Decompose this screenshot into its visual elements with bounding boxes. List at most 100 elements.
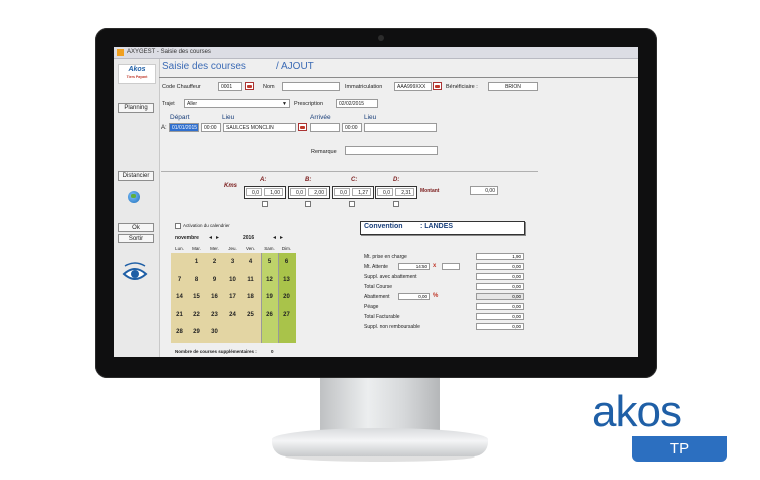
beneficiaire-label: Bénéficiaire : <box>446 84 478 90</box>
calendar-day[interactable]: 2 <box>207 255 222 269</box>
kms-col-d: 0,0 2,31 <box>375 186 417 199</box>
calendar-day[interactable]: 26 <box>262 308 277 322</box>
beneficiaire-field[interactable]: BRION <box>488 82 538 91</box>
calendar-day[interactable]: 6 <box>279 255 294 269</box>
arrivee-date-field[interactable] <box>310 123 340 132</box>
arrivee-time-field[interactable]: 00:00 <box>342 123 362 132</box>
calendar-day[interactable]: 25 <box>243 308 258 322</box>
calendar-day[interactable]: 23 <box>207 308 222 322</box>
prev-year-icon[interactable]: ◂ <box>273 234 276 241</box>
calendar-day[interactable]: 29 <box>189 325 204 339</box>
kms-a-checkbox[interactable] <box>262 201 268 207</box>
akos-wordmark: akos <box>592 387 682 436</box>
lieu-lookup-button[interactable] <box>298 123 307 131</box>
kms-d-checkbox[interactable] <box>393 201 399 207</box>
kms-b-checkbox[interactable] <box>305 201 311 207</box>
akos-tp-logo: akos TP <box>592 387 728 464</box>
sortir-button[interactable]: Sortir <box>118 234 154 243</box>
calendar-day[interactable]: 20 <box>279 290 294 304</box>
peage-field[interactable]: 0,00 <box>476 303 524 310</box>
next-month-icon[interactable]: ▸ <box>216 234 219 241</box>
montant-field[interactable]: 0,00 <box>470 186 498 195</box>
vehicle-lookup-button[interactable] <box>433 82 442 90</box>
convention-value: : LANDES <box>420 223 454 230</box>
suppl-abattement-field[interactable]: 0,00 <box>476 273 524 280</box>
calendar-day[interactable]: 10 <box>225 273 240 287</box>
calendar-day[interactable]: 9 <box>207 273 222 287</box>
kms-col-b: 0,0 2,00 <box>288 186 330 199</box>
attente-time-field[interactable]: 14:50 <box>398 263 430 270</box>
activation-calendrier-checkbox[interactable] <box>175 223 181 229</box>
calendar-day[interactable]: 11 <box>243 273 258 287</box>
depart-date-field[interactable]: 01/01/2015 <box>169 123 199 132</box>
abattement-value-field[interactable]: 0,00 <box>476 293 524 300</box>
kms-c-value2[interactable]: 1,27 <box>352 188 371 196</box>
trajet-select[interactable]: Aller ▼ <box>184 99 290 108</box>
nom-field[interactable] <box>282 82 340 91</box>
peage-label: Péage <box>364 304 379 310</box>
chauffeur-lookup-button[interactable] <box>245 82 254 90</box>
globe-icon[interactable] <box>128 191 140 203</box>
total-course-field[interactable]: 0,00 <box>476 283 524 290</box>
kms-col-b-label: B: <box>305 177 312 183</box>
calendar-day[interactable]: 16 <box>207 290 222 304</box>
suppl-non-remb-field[interactable]: 0,00 <box>476 323 524 330</box>
calendar-day[interactable]: 22 <box>189 308 204 322</box>
calendar-day[interactable]: 1 <box>189 255 204 269</box>
calendar-day[interactable]: 19 <box>262 290 277 304</box>
attente-value-field[interactable]: 0,00 <box>476 263 524 270</box>
lieu-header: Lieu <box>222 114 235 121</box>
kms-b-value2[interactable]: 2,00 <box>308 188 327 196</box>
calendar-day[interactable]: 15 <box>189 290 204 304</box>
calendar-day[interactable]: 12 <box>262 273 277 287</box>
distancier-button[interactable]: Distancier <box>118 171 154 181</box>
ok-button[interactable]: Ok <box>118 223 154 232</box>
kms-a-value1[interactable]: 0,0 <box>246 188 262 196</box>
calendar-day[interactable]: 30 <box>207 325 222 339</box>
calendar-day[interactable]: 3 <box>225 255 240 269</box>
eye-icon[interactable] <box>122 261 148 287</box>
calendar-day[interactable]: 4 <box>243 255 258 269</box>
planning-button[interactable]: Planning <box>118 103 154 113</box>
tp-badge: TP <box>632 436 727 462</box>
calendar-day[interactable]: 24 <box>225 308 240 322</box>
kms-d-value1[interactable]: 0,0 <box>377 188 393 196</box>
calendar-footer-label: Nombre de courses supplémentaires : <box>175 349 257 354</box>
kms-a-value2[interactable]: 1,00 <box>264 188 283 196</box>
weekday-label: Dim. <box>281 246 292 251</box>
calendar-day[interactable]: 21 <box>172 308 187 322</box>
abattement-pct-field[interactable]: 0,00 <box>398 293 430 300</box>
weekday-label: Sam. <box>264 246 275 251</box>
nom-label: Nom <box>263 84 275 90</box>
next-year-icon[interactable]: ▸ <box>280 234 283 241</box>
calendar-day[interactable]: 14 <box>172 290 187 304</box>
calendar-day[interactable]: 7 <box>172 273 187 287</box>
calendar-day[interactable]: 17 <box>225 290 240 304</box>
prescription-field[interactable]: 02/02/2015 <box>336 99 378 108</box>
car-icon <box>247 84 252 88</box>
remarque-field[interactable] <box>345 146 438 155</box>
calendar-day[interactable]: 28 <box>172 325 187 339</box>
arrivee-lieu-field[interactable] <box>364 123 437 132</box>
kms-d-value2[interactable]: 2,31 <box>395 188 414 196</box>
calendar-day[interactable]: 13 <box>279 273 294 287</box>
kms-c-value1[interactable]: 0,0 <box>334 188 350 196</box>
depart-lieu-field[interactable]: SAULCES MONCLIN <box>223 123 296 132</box>
prescription-label: Prescription <box>294 101 324 107</box>
calendar-day[interactable]: 5 <box>262 255 277 269</box>
kms-c-checkbox[interactable] <box>349 201 355 207</box>
depart-time-field[interactable]: 00:00 <box>201 123 221 132</box>
immatriculation-field[interactable]: AAA999XXX <box>394 82 432 91</box>
prise-en-charge-field[interactable]: 1,90 <box>476 253 524 260</box>
kms-b-value1[interactable]: 0,0 <box>290 188 306 196</box>
page-mode: / AJOUT <box>276 61 314 72</box>
kms-col-a-label: A: <box>260 177 267 183</box>
calendar-day[interactable]: 27 <box>279 308 294 322</box>
code-chauffeur-field[interactable]: 0001 <box>218 82 242 91</box>
calendar-day[interactable]: 8 <box>189 273 204 287</box>
total-facturable-field[interactable]: 0,00 <box>476 313 524 320</box>
calendar-day[interactable]: 18 <box>243 290 258 304</box>
logo-tagline: Tiers Payant <box>126 75 148 79</box>
attente-factor-field[interactable] <box>442 263 460 270</box>
prev-month-icon[interactable]: ◂ <box>209 234 212 241</box>
